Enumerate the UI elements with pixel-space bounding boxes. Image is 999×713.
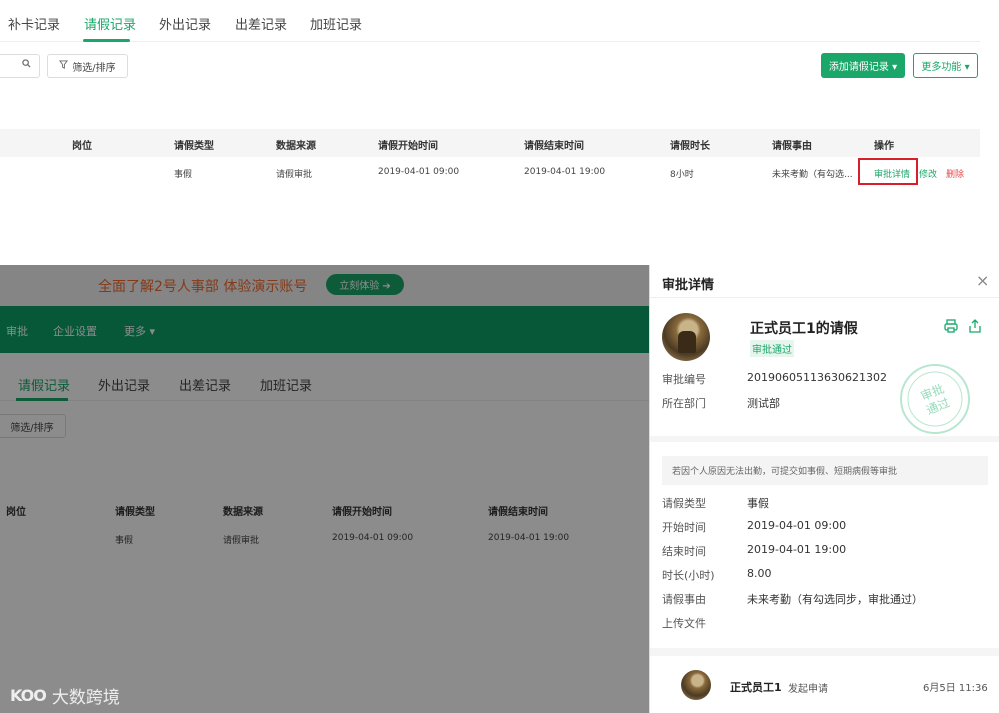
detail-value-reason: 未来考勤（有勾选同步，审批通过） [747,593,923,606]
detail-label-duration: 时长(小时) [662,569,715,582]
detail-value-start-time: 2019-04-01 09:00 [747,519,847,532]
tab-makeup-record[interactable]: 补卡记录 [8,14,60,33]
bottom-screenshot: 全面了解2号人事部 体验演示账号 立刻体验 ➔ 审批 企业设置 更多 ▾ 请假记… [0,265,649,713]
edit-link[interactable]: 修改 [919,167,937,180]
request-title: 正式员工1的请假 [750,321,858,337]
avatar [662,313,710,361]
tab-business-trip-record[interactable]: 出差记录 [235,14,287,33]
detail-label-upload: 上传文件 [662,617,706,630]
panel-title: 审批详情 [662,278,715,293]
active-tab-indicator [83,39,130,42]
filter-icon [59,60,69,72]
field-label-department: 所在部门 [662,397,706,410]
screenshot-root: 补卡记录 请假记录 外出记录 出差记录 加班记录 筛选/排序 添加请假记录 ▾ … [0,0,999,713]
col-start-time: 请假开始时间 [378,141,438,152]
leave-notice: 若因个人原因无法出勤，可提交如事假、短期病假等审批 [662,456,988,485]
highlight-box [858,158,918,185]
detail-value-end-time: 2019-04-01 19:00 [747,543,847,556]
detail-label-end-time: 结束时间 [662,545,706,558]
timeline-avatar [681,670,711,700]
section-divider [650,648,999,656]
col-end-time: 请假结束时间 [524,141,584,152]
cell-duration: 8小时 [670,170,694,180]
approved-stamp-icon: 审批 通过 [900,364,970,434]
add-leave-record-button[interactable]: 添加请假记录 ▾ [821,53,905,78]
cell-data-source: 请假审批 [276,170,313,180]
table-header: 岗位 请假类型 数据来源 请假开始时间 请假结束时间 请假时长 请假事由 操作 [0,129,980,157]
timeline-action: 发起申请 [788,684,828,695]
detail-value-duration: 8.00 [747,567,772,580]
record-tabs: 补卡记录 请假记录 外出记录 出差记录 加班记录 [0,0,980,42]
filter-sort-button[interactable]: 筛选/排序 [47,54,128,78]
cell-reason: 未来考勤（有勾选... [772,170,853,180]
tab-leave-record[interactable]: 请假记录 [84,14,136,33]
field-value-department: 测试部 [747,397,780,410]
modal-overlay[interactable] [0,265,649,713]
delete-link[interactable]: 删除 [946,167,964,180]
print-icon[interactable] [943,318,959,334]
detail-label-leave-type: 请假类型 [662,497,706,510]
filter-sort-label: 筛选/排序 [72,62,116,74]
tab-outing-record[interactable]: 外出记录 [159,14,211,33]
table-row: 事假 请假审批 2019-04-01 09:00 2019-04-01 19:0… [0,157,980,187]
share-icon[interactable] [967,318,983,334]
cell-leave-type: 事假 [174,170,193,180]
watermark: KOO 大数跨境 [10,683,120,708]
panel-header: 审批详情 × [650,265,999,298]
col-data-source: 数据来源 [276,141,316,152]
more-functions-button[interactable]: 更多功能 ▾ [913,53,978,78]
top-screenshot: 补卡记录 请假记录 外出记录 出差记录 加班记录 筛选/排序 添加请假记录 ▾ … [0,0,999,265]
status-badge: 审批通过 [750,340,794,357]
field-value-approval-no: 20190605113630621302 [747,371,887,384]
field-label-approval-no: 审批编号 [662,373,706,386]
approval-detail-panel: 审批详情 × 正式员工1的请假 审批通过 审批编号 20190605113630… [649,265,999,713]
timeline-name: 正式员工1 [730,681,782,694]
col-duration: 请假时长 [670,141,710,152]
detail-label-start-time: 开始时间 [662,521,706,534]
col-reason: 请假事由 [772,141,812,152]
col-actions: 操作 [874,141,894,152]
watermark-text: 大数跨境 [51,688,120,708]
section-divider [650,436,999,442]
cell-start-time: 2019-04-01 09:00 [378,167,460,177]
watermark-logo: KOO [10,686,47,705]
search-icon[interactable] [22,59,31,71]
tab-overtime-record[interactable]: 加班记录 [310,14,362,33]
close-icon[interactable]: × [976,271,989,290]
detail-label-reason: 请假事由 [662,593,706,606]
detail-value-leave-type: 事假 [747,497,769,510]
col-position: 岗位 [72,141,92,152]
cell-end-time: 2019-04-01 19:00 [524,167,606,177]
search-input[interactable] [0,54,40,78]
timeline-time: 6月5日 11:36 [923,683,988,694]
col-leave-type: 请假类型 [174,141,214,152]
